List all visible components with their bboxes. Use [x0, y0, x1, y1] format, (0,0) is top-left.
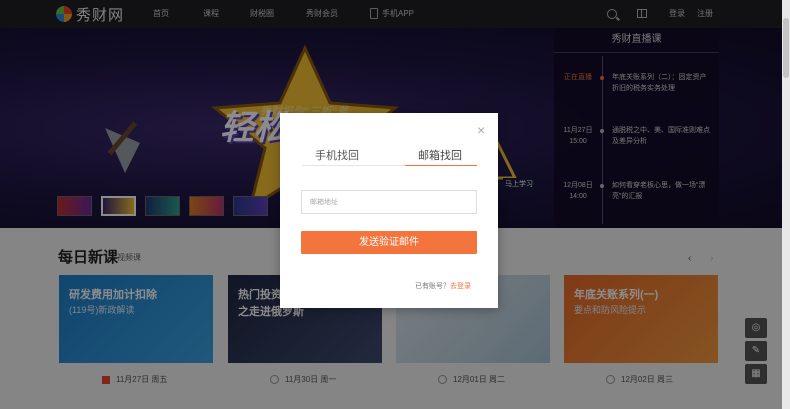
- go-login-link[interactable]: 去登录: [450, 283, 471, 290]
- close-icon[interactable]: ×: [477, 123, 485, 137]
- login-hint-text: 已有账号？: [415, 283, 450, 290]
- tab-email-recovery[interactable]: 邮箱找回: [418, 147, 462, 163]
- page-scrollbar[interactable]: [782, 0, 790, 409]
- password-recovery-modal: × 手机找回 邮箱找回 发送验证邮件 已有账号？去登录: [280, 113, 498, 308]
- login-hint: 已有账号？去登录: [415, 281, 471, 291]
- email-field[interactable]: [301, 190, 477, 214]
- send-verification-email-button[interactable]: 发送验证邮件: [301, 231, 477, 254]
- active-tab-indicator: [405, 165, 477, 166]
- scrollbar-thumb[interactable]: [783, 18, 789, 78]
- tab-phone-recovery[interactable]: 手机找回: [315, 147, 359, 163]
